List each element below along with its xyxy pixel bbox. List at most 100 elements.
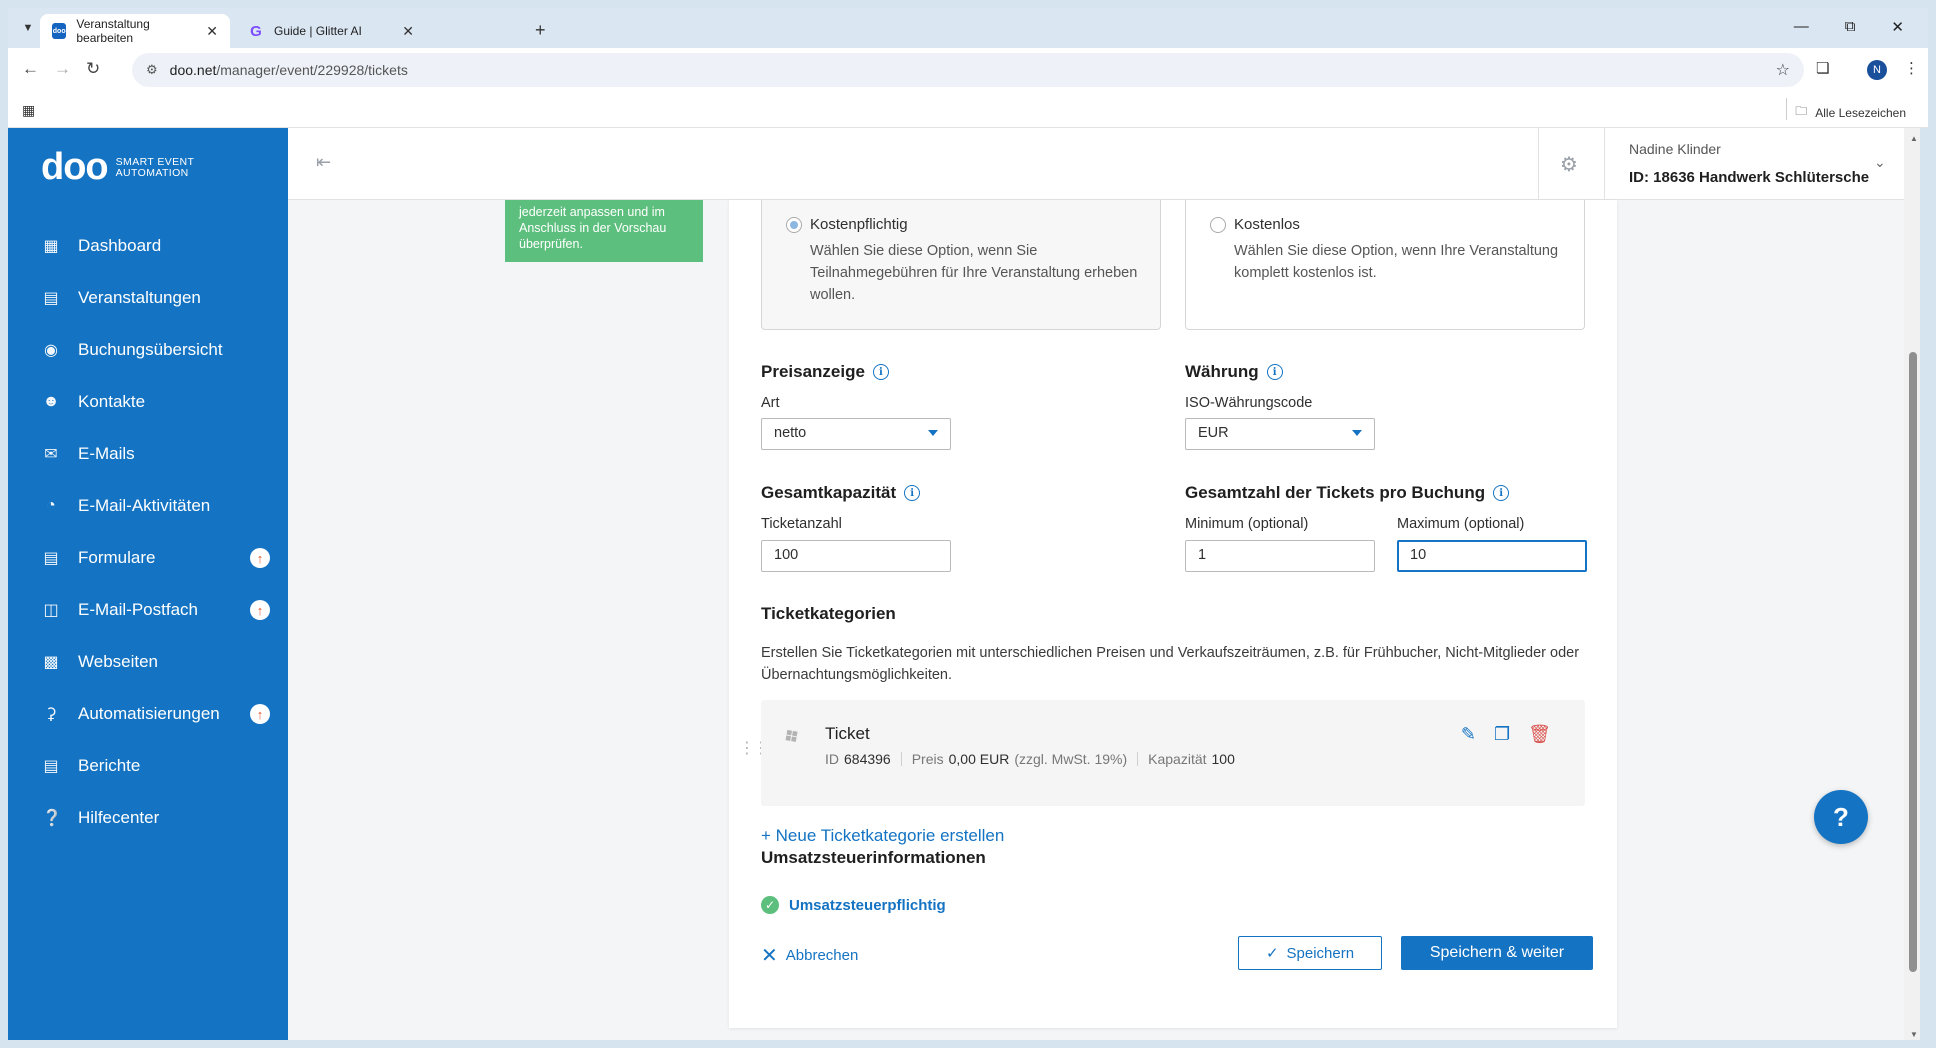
user-organization[interactable]: ID: 18636 Handwerk Schlütersche (1629, 169, 1869, 186)
sidebar-item-formulare[interactable]: ▤ Formulare ↑ (8, 532, 288, 584)
sidebar-item-hilfecenter[interactable]: ❔ Hilfecenter (8, 792, 288, 844)
capacity-input[interactable]: 100 (761, 540, 951, 572)
extensions-icon[interactable]: ❏ (1816, 59, 1829, 77)
sidebar-item-emails[interactable]: ✉ E-Mails (8, 428, 288, 480)
ticket-meta: ID 684396 Preis 0,00 EUR (zzgl. MwSt. 19… (825, 751, 1235, 767)
forward-icon[interactable]: → (54, 59, 71, 79)
user-name[interactable]: Nadine Klinder (1629, 141, 1721, 157)
ticket-capacity-value: 100 (1211, 751, 1235, 767)
sidebar-item-buchungsuebersicht[interactable]: ◉ Buchungsübersicht (8, 324, 288, 376)
help-chat-button[interactable]: ? (1814, 790, 1868, 844)
bookings-icon: ◉ (44, 342, 58, 359)
capacity-title-text: Gesamtkapazität (761, 483, 897, 502)
scrollbar-thumb[interactable] (1909, 352, 1917, 972)
bookmark-star-icon[interactable]: ☆ (1776, 60, 1790, 80)
radio-free[interactable] (1210, 217, 1226, 233)
save-button[interactable]: ✓ Speichern (1238, 936, 1382, 970)
info-icon[interactable]: i (1266, 364, 1283, 380)
browser-tab-active[interactable]: doo Veranstaltung bearbeiten ✕ (40, 14, 230, 48)
info-icon[interactable]: i (1493, 485, 1510, 501)
price-display-select[interactable]: netto (761, 418, 951, 450)
minimize-icon[interactable]: — (1794, 18, 1809, 36)
max-tickets-input[interactable]: 10 (1397, 540, 1587, 572)
glitter-favicon-icon: G (250, 22, 262, 40)
close-tab-icon[interactable]: ✕ (206, 23, 218, 40)
caret-down-icon (928, 430, 938, 436)
tickets-per-booking-title: Gesamtzahl der Tickets pro Buchung i (1185, 483, 1510, 503)
min-tickets-label: Minimum (optional) (1185, 516, 1309, 532)
sidebar-item-label: Buchungsübersicht (78, 340, 223, 359)
chevron-down-icon[interactable]: ⌄ (1874, 154, 1886, 171)
help-icon: ❔ (42, 810, 62, 827)
cancel-label: Abbrechen (785, 947, 859, 964)
price-display-value: netto (774, 425, 807, 441)
logo-wordmark: doo (41, 146, 109, 188)
gear-icon[interactable]: ⚙ (1560, 152, 1578, 177)
scroll-down-icon[interactable]: ▼ (1910, 1030, 1918, 1039)
tab-search-button[interactable]: ▼ (18, 18, 38, 38)
edit-pencil-icon[interactable]: ✎ (1461, 724, 1476, 745)
browser-tabstrip: ▼ doo Veranstaltung bearbeiten ✕ G Guide… (8, 8, 1928, 48)
sidebar-item-berichte[interactable]: ▤ Berichte (8, 740, 288, 792)
currency-title-text: Währung (1185, 362, 1259, 381)
folder-icon: 🗀 (1795, 104, 1808, 118)
tickets-form-card: Kostenpflichtig Wählen Sie diese Option,… (729, 200, 1617, 1028)
duplicate-icon[interactable]: ❐ (1494, 724, 1510, 745)
address-bar[interactable]: ⚙ doo.net/manager/event/229928/tickets ☆ (132, 53, 1804, 87)
restore-icon[interactable]: ⧉ (1845, 18, 1856, 36)
cancel-button[interactable]: ✕ Abbrechen (761, 943, 858, 968)
price-display-field-label: Art (761, 395, 780, 411)
radio-paid[interactable] (786, 217, 802, 233)
collapse-sidebar-icon[interactable]: ⇤ (316, 152, 340, 176)
min-tickets-input[interactable]: 1 (1185, 540, 1375, 572)
new-ticket-category-link[interactable]: + Neue Ticketkategorie erstellen (761, 826, 1004, 846)
check-circle-icon: ✓ (761, 896, 779, 914)
option-paid[interactable]: Kostenpflichtig Wählen Sie diese Option,… (761, 200, 1161, 330)
sidebar-item-email-aktivitaeten[interactable]: ◔ E-Mail-Aktivitäten (8, 480, 288, 532)
app-topbar: ⇤ ⚙ Nadine Klinder ID: 18636 Handwerk Sc… (288, 128, 1912, 200)
close-icon: ✕ (761, 945, 778, 967)
doo-logo[interactable]: doo SMART EVENT AUTOMATION (41, 146, 194, 189)
price-display-title: Preisanzeige i (761, 362, 889, 382)
ticket-categories-title-text: Ticketkategorien (761, 604, 896, 623)
sidebar-item-email-postfach[interactable]: ◫ E-Mail-Postfach ↑ (8, 584, 288, 636)
ticket-actions: ✎ ❐ 🗑 (1461, 724, 1551, 745)
reload-icon[interactable]: ↻ (86, 59, 100, 79)
currency-select[interactable]: EUR (1185, 418, 1375, 450)
capacity-field-label: Ticketanzahl (761, 516, 842, 532)
back-icon[interactable]: ← (22, 59, 39, 79)
browser-menu-icon[interactable]: ⋮ (1904, 59, 1919, 77)
ticket-price-label: Preis (911, 751, 944, 767)
url-path: /manager/event/229928/tickets (216, 62, 408, 78)
site-info-icon[interactable]: ⚙ (146, 62, 158, 78)
info-icon[interactable]: i (904, 485, 921, 501)
tab-title: Veranstaltung bearbeiten (76, 17, 150, 45)
sidebar-item-label: Webseiten (78, 652, 159, 671)
option-free-description: Wählen Sie diese Option, wenn Ihre Veran… (1234, 243, 1559, 281)
sidebar-item-veranstaltungen[interactable]: ▤ Veranstaltungen (8, 272, 288, 324)
browser-tab-glitter[interactable]: G Guide | Glitter AI ✕ (236, 14, 426, 48)
sidebar-item-webseiten[interactable]: ▩ Webseiten (8, 636, 288, 688)
all-bookmarks-button[interactable]: 🗀 Alle Lesezeichen (1795, 102, 1906, 123)
logo-tagline: SMART EVENT AUTOMATION (116, 156, 195, 179)
info-icon[interactable]: i (872, 364, 889, 380)
sidebar-item-label: Automatisierungen (78, 704, 220, 723)
sidebar-item-dashboard[interactable]: ▦ Dashboard (8, 220, 288, 272)
activity-icon: ◔ (46, 497, 56, 514)
sidebar-item-automatisierungen[interactable]: ⚳ Automatisierungen ↑ (8, 688, 288, 740)
currency-title: Währung i (1185, 362, 1283, 382)
option-free[interactable]: Kostenlos Wählen Sie diese Option, wenn … (1185, 200, 1585, 330)
form-icon: ▤ (43, 550, 59, 567)
sidebar-item-kontakte[interactable]: ☻ Kontakte (8, 376, 288, 428)
ticket-categories-title: Ticketkategorien (761, 604, 896, 624)
tax-status-link[interactable]: Umsatzsteuerpflichtig (789, 897, 946, 914)
scroll-up-icon[interactable]: ▲ (1910, 134, 1918, 143)
apps-grid-icon[interactable]: ▦ (22, 102, 35, 119)
close-tab-icon[interactable]: ✕ (402, 23, 414, 40)
option-paid-label: Kostenpflichtig (810, 216, 908, 233)
profile-avatar[interactable]: N (1867, 60, 1887, 80)
new-tab-button[interactable]: + (535, 20, 546, 41)
trash-icon[interactable]: 🗑 (1528, 724, 1551, 745)
close-window-icon[interactable]: ✕ (1891, 18, 1904, 36)
save-and-continue-button[interactable]: Speichern & weiter (1401, 936, 1593, 970)
